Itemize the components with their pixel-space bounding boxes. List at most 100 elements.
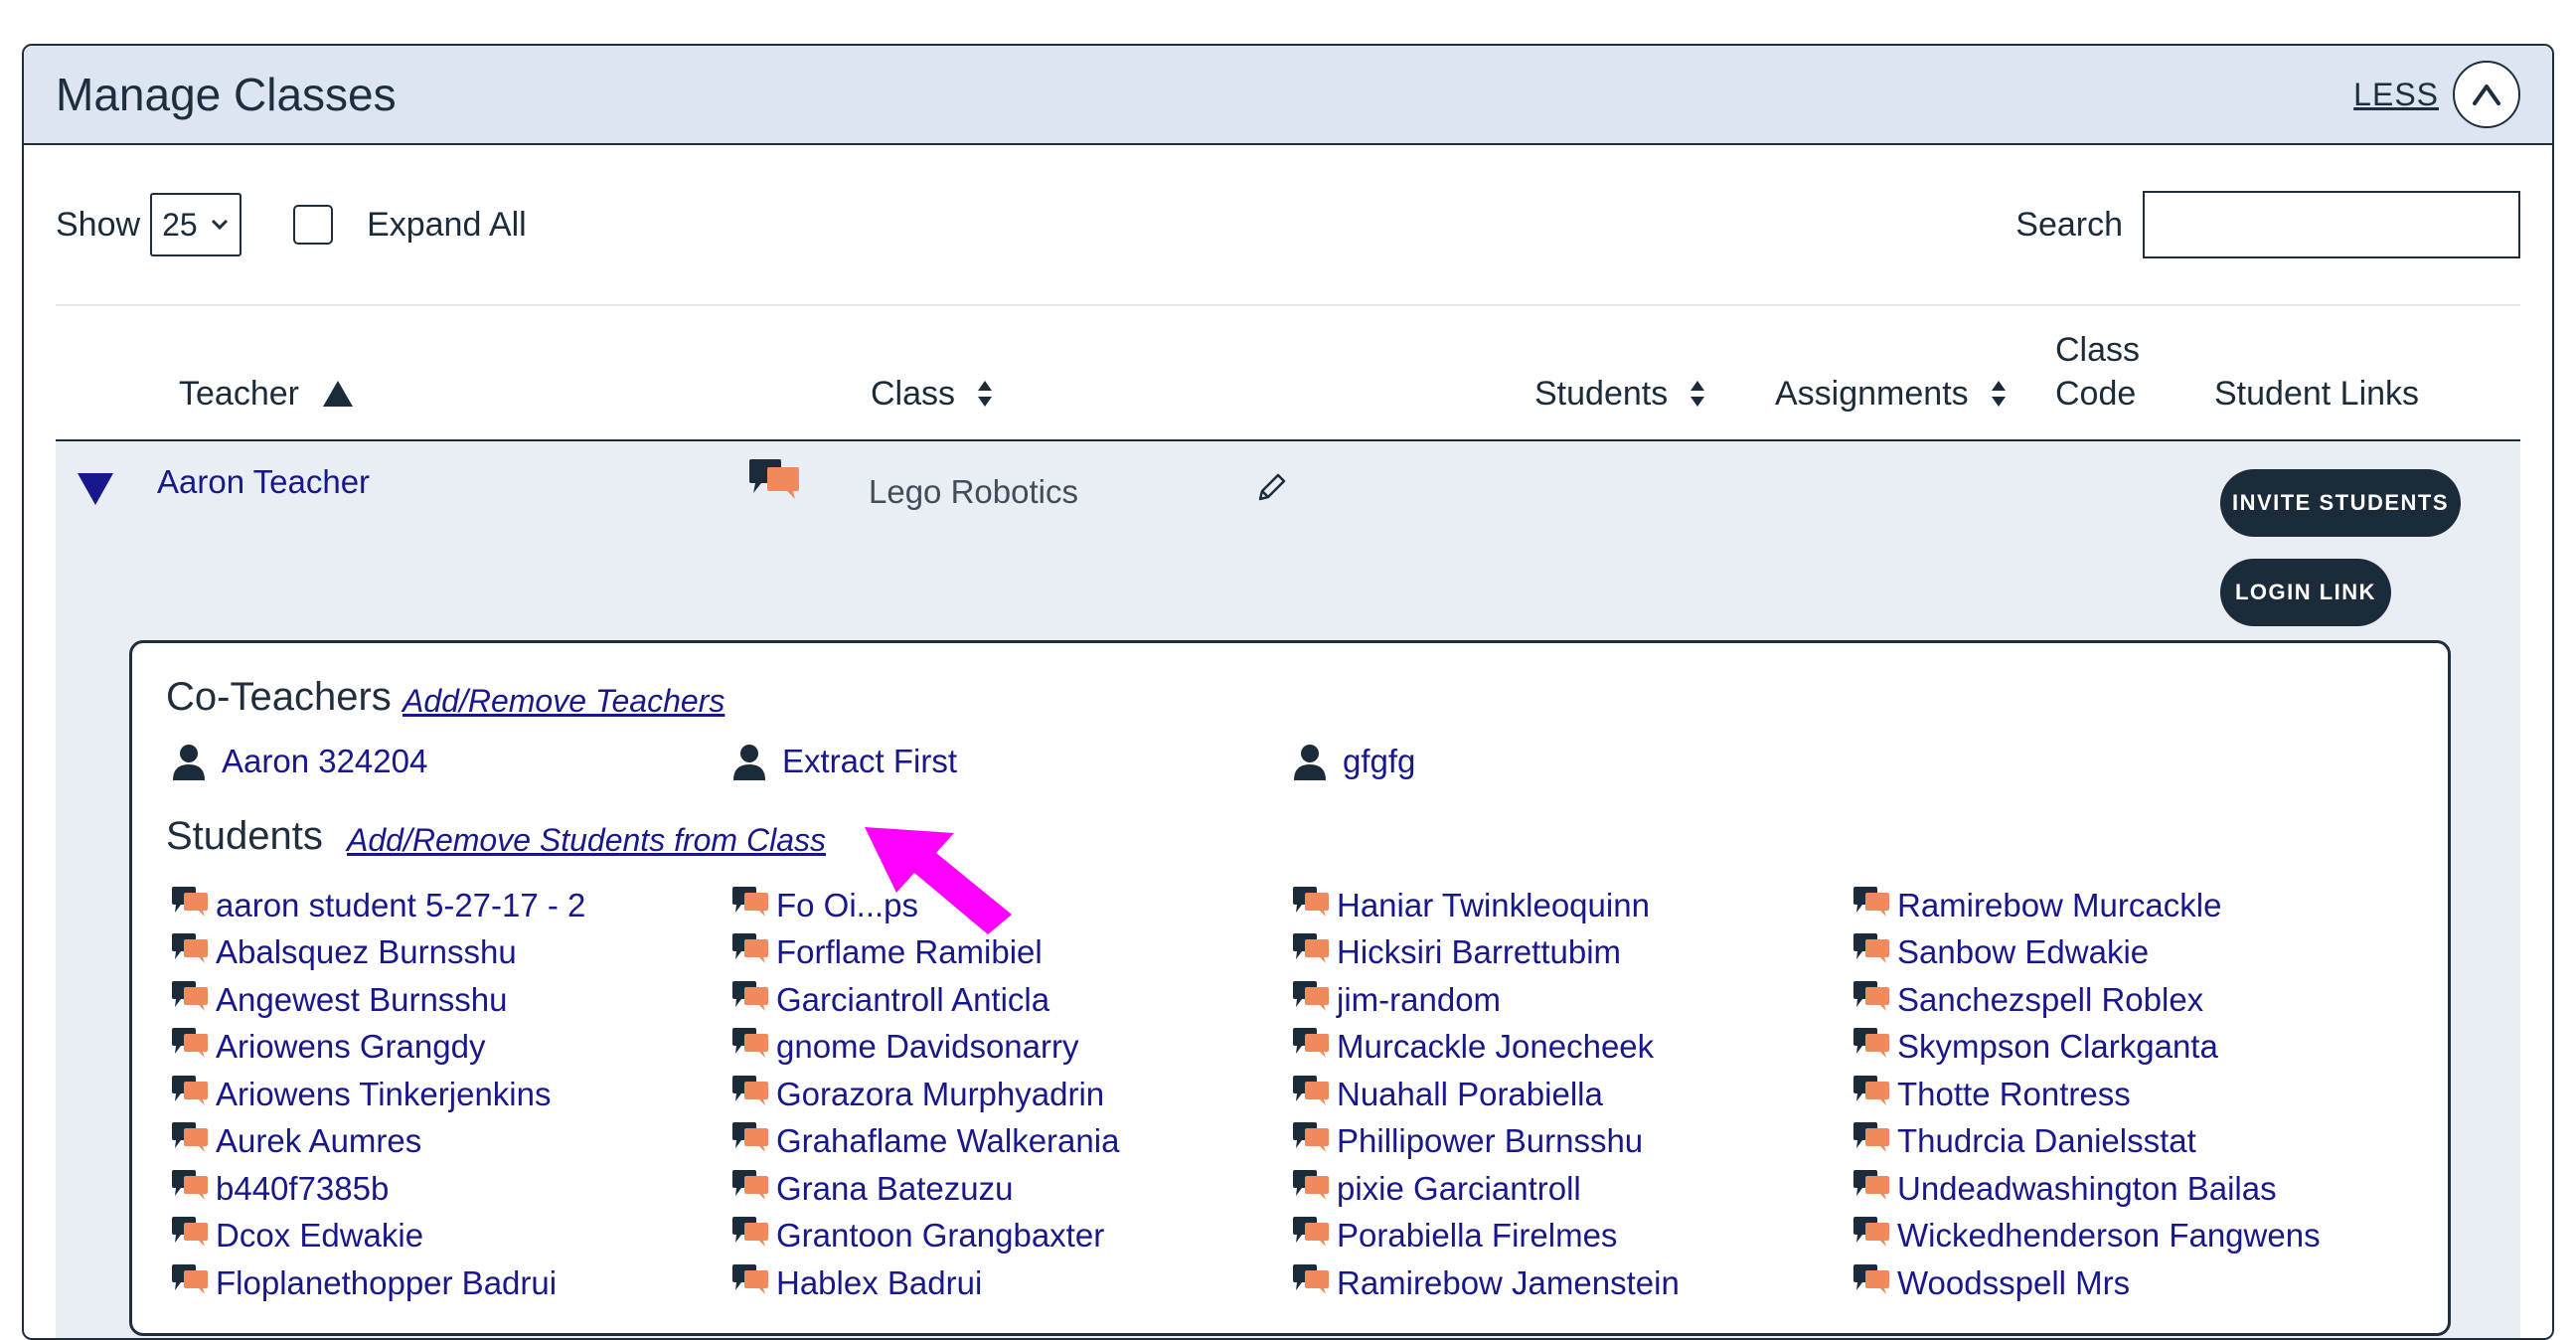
- student-item[interactable]: pixie Garciantroll: [1291, 1165, 1680, 1213]
- student-chat-icon[interactable]: [1852, 1027, 1891, 1067]
- student-item[interactable]: Wickedhenderson Fangwens: [1852, 1213, 2321, 1260]
- student-item[interactable]: Ariowens Grangdy: [170, 1024, 585, 1072]
- class-chat-icon[interactable]: [747, 457, 803, 506]
- student-item[interactable]: Gorazora Murphyadrin: [730, 1071, 1119, 1118]
- student-item[interactable]: Undeadwashington Bailas: [1852, 1165, 2321, 1213]
- show-entries-select[interactable]: 25: [150, 193, 242, 256]
- student-item[interactable]: Angewest Burnsshu: [170, 976, 585, 1024]
- student-chat-icon[interactable]: [1291, 886, 1331, 925]
- student-name: jim-random: [1337, 980, 1502, 1018]
- column-assignments-label: Assignments: [1775, 375, 1969, 413]
- student-chat-icon[interactable]: [1291, 1169, 1331, 1209]
- student-item[interactable]: Sanbow Edwakie: [1852, 929, 2321, 977]
- student-chat-icon[interactable]: [170, 1027, 210, 1067]
- student-chat-icon[interactable]: [730, 1027, 770, 1067]
- student-item[interactable]: Woodsspell Mrs: [1852, 1259, 2321, 1307]
- student-item[interactable]: Ramirebow Jamenstein: [1291, 1259, 1680, 1307]
- student-item[interactable]: Porabiella Firelmes: [1291, 1213, 1680, 1260]
- column-teacher[interactable]: Teacher: [179, 372, 355, 416]
- teacher-link[interactable]: Aaron Teacher: [157, 463, 370, 501]
- student-chat-icon[interactable]: [730, 980, 770, 1020]
- student-chat-icon[interactable]: [170, 932, 210, 972]
- student-chat-icon[interactable]: [1852, 1169, 1891, 1209]
- student-name: Haniar Twinkleoquinn: [1337, 886, 1650, 923]
- student-item[interactable]: b440f7385b: [170, 1165, 585, 1213]
- student-chat-icon[interactable]: [1291, 932, 1331, 972]
- student-item[interactable]: Grahaflame Walkerania: [730, 1118, 1119, 1166]
- student-item[interactable]: Phillipower Burnsshu: [1291, 1118, 1680, 1166]
- student-item[interactable]: Floplanethopper Badrui: [170, 1259, 585, 1307]
- student-chat-icon[interactable]: [170, 1263, 210, 1303]
- student-item[interactable]: gnome Davidsonarry: [730, 1024, 1119, 1072]
- expand-all-checkbox[interactable]: [293, 205, 334, 245]
- student-item[interactable]: jim-random: [1291, 976, 1680, 1024]
- student-item[interactable]: Dcox Edwakie: [170, 1213, 585, 1260]
- student-item[interactable]: Thudrcia Danielsstat: [1852, 1118, 2321, 1166]
- student-chat-icon[interactable]: [1291, 1027, 1331, 1067]
- add-remove-students-link[interactable]: Add/Remove Students from Class: [347, 822, 826, 859]
- user-icon: [1294, 745, 1326, 780]
- student-item[interactable]: Skympson Clarkganta: [1852, 1024, 2321, 1072]
- student-name: Thudrcia Danielsstat: [1897, 1122, 2196, 1160]
- less-link[interactable]: LESS: [2353, 77, 2439, 113]
- student-chat-icon[interactable]: [170, 980, 210, 1020]
- student-chat-icon[interactable]: [1291, 1121, 1331, 1161]
- student-chat-icon[interactable]: [1852, 886, 1891, 925]
- student-item[interactable]: Haniar Twinkleoquinn: [1291, 882, 1680, 929]
- pencil-icon[interactable]: [1254, 471, 1288, 510]
- coteacher-item[interactable]: Aaron 324204: [172, 743, 427, 780]
- student-chat-icon[interactable]: [1852, 1121, 1891, 1161]
- student-chat-icon[interactable]: [730, 1169, 770, 1209]
- student-item[interactable]: aaron student 5-27-17 - 2: [170, 882, 585, 929]
- collapse-button[interactable]: [2453, 61, 2520, 128]
- student-item[interactable]: Nuahall Porabiella: [1291, 1071, 1680, 1118]
- collapse-row-icon[interactable]: [78, 473, 113, 505]
- student-item[interactable]: Hicksiri Barrettubim: [1291, 929, 1680, 977]
- student-item[interactable]: Murcackle Jonecheek: [1291, 1024, 1680, 1072]
- student-item[interactable]: Hablex Badrui: [730, 1259, 1119, 1307]
- student-name: Sanchezspell Roblex: [1897, 980, 2204, 1018]
- student-chat-icon[interactable]: [1852, 1263, 1891, 1303]
- student-item[interactable]: Sanchezspell Roblex: [1852, 976, 2321, 1024]
- invite-students-button[interactable]: INVITE STUDENTS: [2220, 469, 2461, 537]
- student-chat-icon[interactable]: [730, 1263, 770, 1303]
- student-chat-icon[interactable]: [1291, 1216, 1331, 1256]
- search-input[interactable]: [2143, 191, 2520, 258]
- column-assignments[interactable]: Assignments: [1775, 372, 2007, 416]
- student-item[interactable]: Garciantroll Anticla: [730, 976, 1119, 1024]
- column-students[interactable]: Students: [1534, 372, 1705, 416]
- student-chat-icon[interactable]: [730, 1216, 770, 1256]
- student-chat-icon[interactable]: [170, 1216, 210, 1256]
- student-chat-icon[interactable]: [1291, 1263, 1331, 1303]
- student-item[interactable]: Grantoon Grangbaxter: [730, 1213, 1119, 1260]
- student-name: Phillipower Burnsshu: [1337, 1122, 1644, 1160]
- column-class[interactable]: Class: [871, 372, 993, 416]
- coteacher-item[interactable]: Extract First: [732, 743, 957, 780]
- student-item[interactable]: Ramirebow Murcackle: [1852, 882, 2321, 929]
- student-chat-icon[interactable]: [1852, 932, 1891, 972]
- student-chat-icon[interactable]: [170, 1169, 210, 1209]
- student-item[interactable]: Abalsquez Burnsshu: [170, 929, 585, 977]
- student-chat-icon[interactable]: [1852, 1216, 1891, 1256]
- student-chat-icon[interactable]: [730, 886, 770, 925]
- student-chat-icon[interactable]: [170, 1121, 210, 1161]
- student-chat-icon[interactable]: [730, 1075, 770, 1114]
- student-item[interactable]: Grana Batezuzu: [730, 1165, 1119, 1213]
- login-link-button[interactable]: LOGIN LINK: [2220, 559, 2391, 626]
- student-chat-icon[interactable]: [170, 886, 210, 925]
- column-class-code-label-2: Code: [2055, 375, 2137, 413]
- collapse-control[interactable]: LESS: [2353, 61, 2520, 128]
- coteacher-item[interactable]: gfgfg: [1293, 743, 1415, 780]
- show-label: Show: [56, 205, 141, 244]
- add-remove-teachers-link[interactable]: Add/Remove Teachers: [402, 683, 724, 720]
- student-chat-icon[interactable]: [1852, 980, 1891, 1020]
- student-item[interactable]: Aurek Aumres: [170, 1118, 585, 1166]
- student-chat-icon[interactable]: [730, 932, 770, 972]
- student-item[interactable]: Ariowens Tinkerjenkins: [170, 1071, 585, 1118]
- student-chat-icon[interactable]: [170, 1075, 210, 1114]
- student-item[interactable]: Thotte Rontress: [1852, 1071, 2321, 1118]
- student-chat-icon[interactable]: [1852, 1075, 1891, 1114]
- student-chat-icon[interactable]: [1291, 1075, 1331, 1114]
- student-chat-icon[interactable]: [730, 1121, 770, 1161]
- student-chat-icon[interactable]: [1291, 980, 1331, 1020]
